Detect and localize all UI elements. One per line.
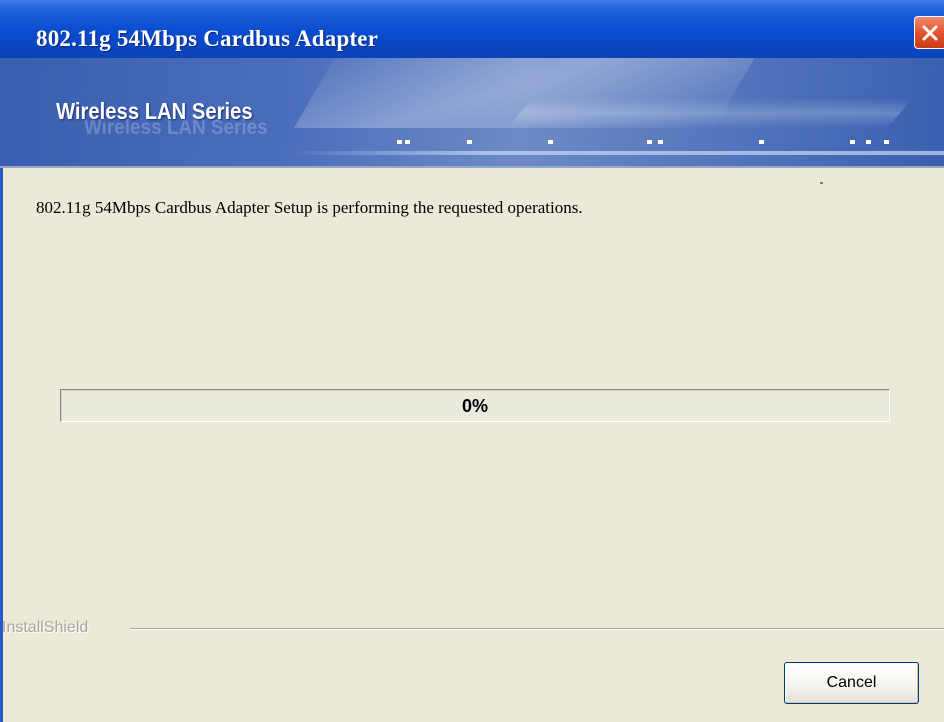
banner-dot	[467, 140, 472, 144]
window-title: 802.11g 54Mbps Cardbus Adapter	[36, 26, 379, 51]
banner-divider	[0, 166, 944, 168]
banner-sheen	[507, 98, 913, 128]
banner-dot	[405, 140, 410, 144]
header-banner: Wireless LAN Series Wireless LAN Series	[0, 58, 944, 166]
close-button[interactable]	[914, 16, 944, 49]
window-frame-left	[0, 168, 3, 722]
status-message: 802.11g 54Mbps Cardbus Adapter Setup is …	[36, 198, 583, 217]
progress-bar: 0%	[60, 389, 890, 422]
banner-dot	[548, 140, 553, 144]
banner-dot	[647, 140, 652, 144]
banner-dot	[759, 140, 764, 144]
banner-dot	[658, 140, 663, 144]
banner-dot	[850, 140, 855, 144]
progress-percent: 0%	[461, 396, 488, 416]
banner-dot	[397, 140, 402, 144]
banner-dot	[884, 140, 889, 144]
footer-separator	[130, 628, 944, 630]
brand-logo-text: Wireless LAN Series	[56, 98, 253, 124]
banner-dot	[866, 140, 871, 144]
installshield-label: InstallShield	[2, 619, 89, 636]
title-bar: 802.11g 54Mbps Cardbus Adapter	[0, 0, 944, 58]
decorative-mark	[820, 182, 823, 184]
banner-stripe	[290, 151, 944, 155]
cancel-button[interactable]: Cancel	[784, 662, 919, 704]
close-icon	[922, 25, 938, 41]
